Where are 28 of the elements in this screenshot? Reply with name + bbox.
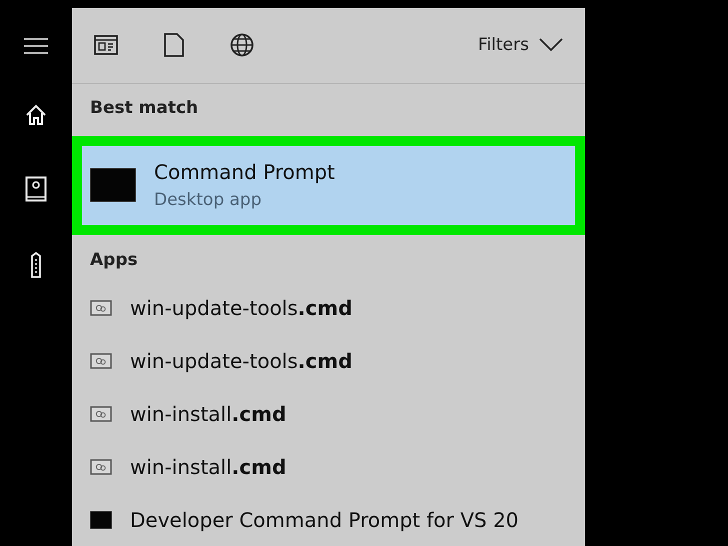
filters-dropdown[interactable]: Filters bbox=[478, 35, 563, 56]
section-heading: Best match bbox=[89, 96, 200, 120]
web-filter-button[interactable] bbox=[230, 33, 254, 58]
app-result[interactable]: win-update-tools.cmd bbox=[130, 348, 352, 373]
console-icon bbox=[90, 510, 112, 529]
console-icon bbox=[90, 168, 136, 202]
document-icon bbox=[164, 33, 184, 58]
documents-filter-button[interactable] bbox=[164, 33, 184, 58]
app-result[interactable]: win-install.cmd bbox=[130, 454, 286, 479]
tower-icon bbox=[28, 252, 44, 278]
script-file-icon bbox=[90, 458, 112, 475]
app-type: Desktop app bbox=[154, 190, 263, 210]
apps-filter-button[interactable] bbox=[94, 35, 118, 56]
notebook-icon bbox=[25, 176, 47, 202]
app-result[interactable]: win-install.cmd bbox=[130, 402, 286, 426]
app-result[interactable]: win-update-tools.cmd bbox=[130, 296, 352, 320]
chevron-down-icon bbox=[539, 38, 563, 52]
script-file-icon bbox=[90, 406, 112, 422]
app-result[interactable]: Developer Command Prompt for VS 20 bbox=[130, 508, 519, 532]
menu-icon bbox=[24, 38, 48, 54]
globe-icon bbox=[230, 33, 254, 58]
best-match-item[interactable]: Command Prompt Desktop app bbox=[82, 146, 575, 225]
script-file-icon bbox=[90, 300, 112, 316]
section-heading: Apps bbox=[89, 248, 139, 272]
script-file-icon bbox=[90, 352, 112, 369]
home-icon bbox=[25, 104, 47, 126]
window-icon bbox=[94, 35, 118, 56]
app-title: Command Prompt bbox=[154, 160, 335, 184]
